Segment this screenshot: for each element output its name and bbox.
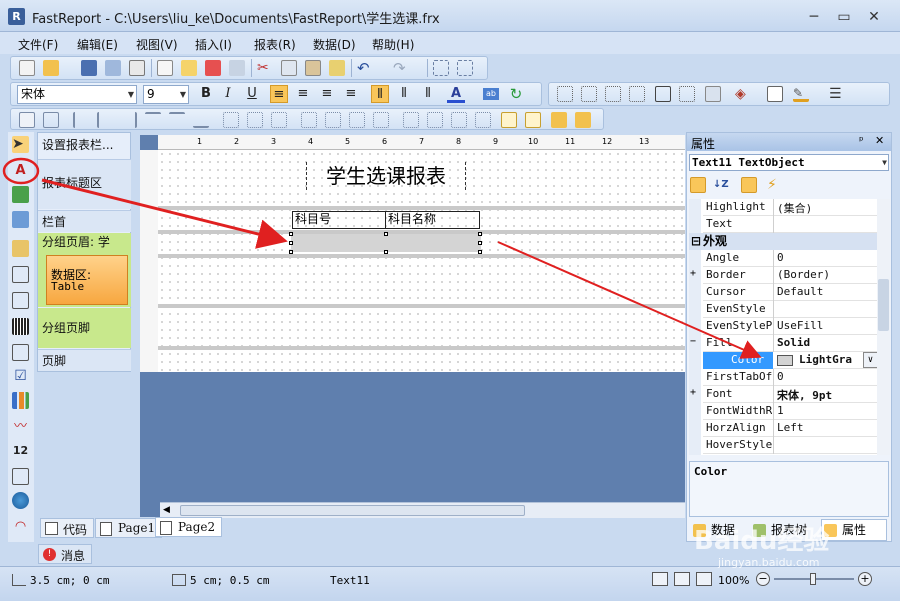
annotation-arrow [41,178,288,249]
annotation-arrow [497,241,762,359]
annotation-overlay [2,157,762,359]
annotation-circle [2,157,40,185]
